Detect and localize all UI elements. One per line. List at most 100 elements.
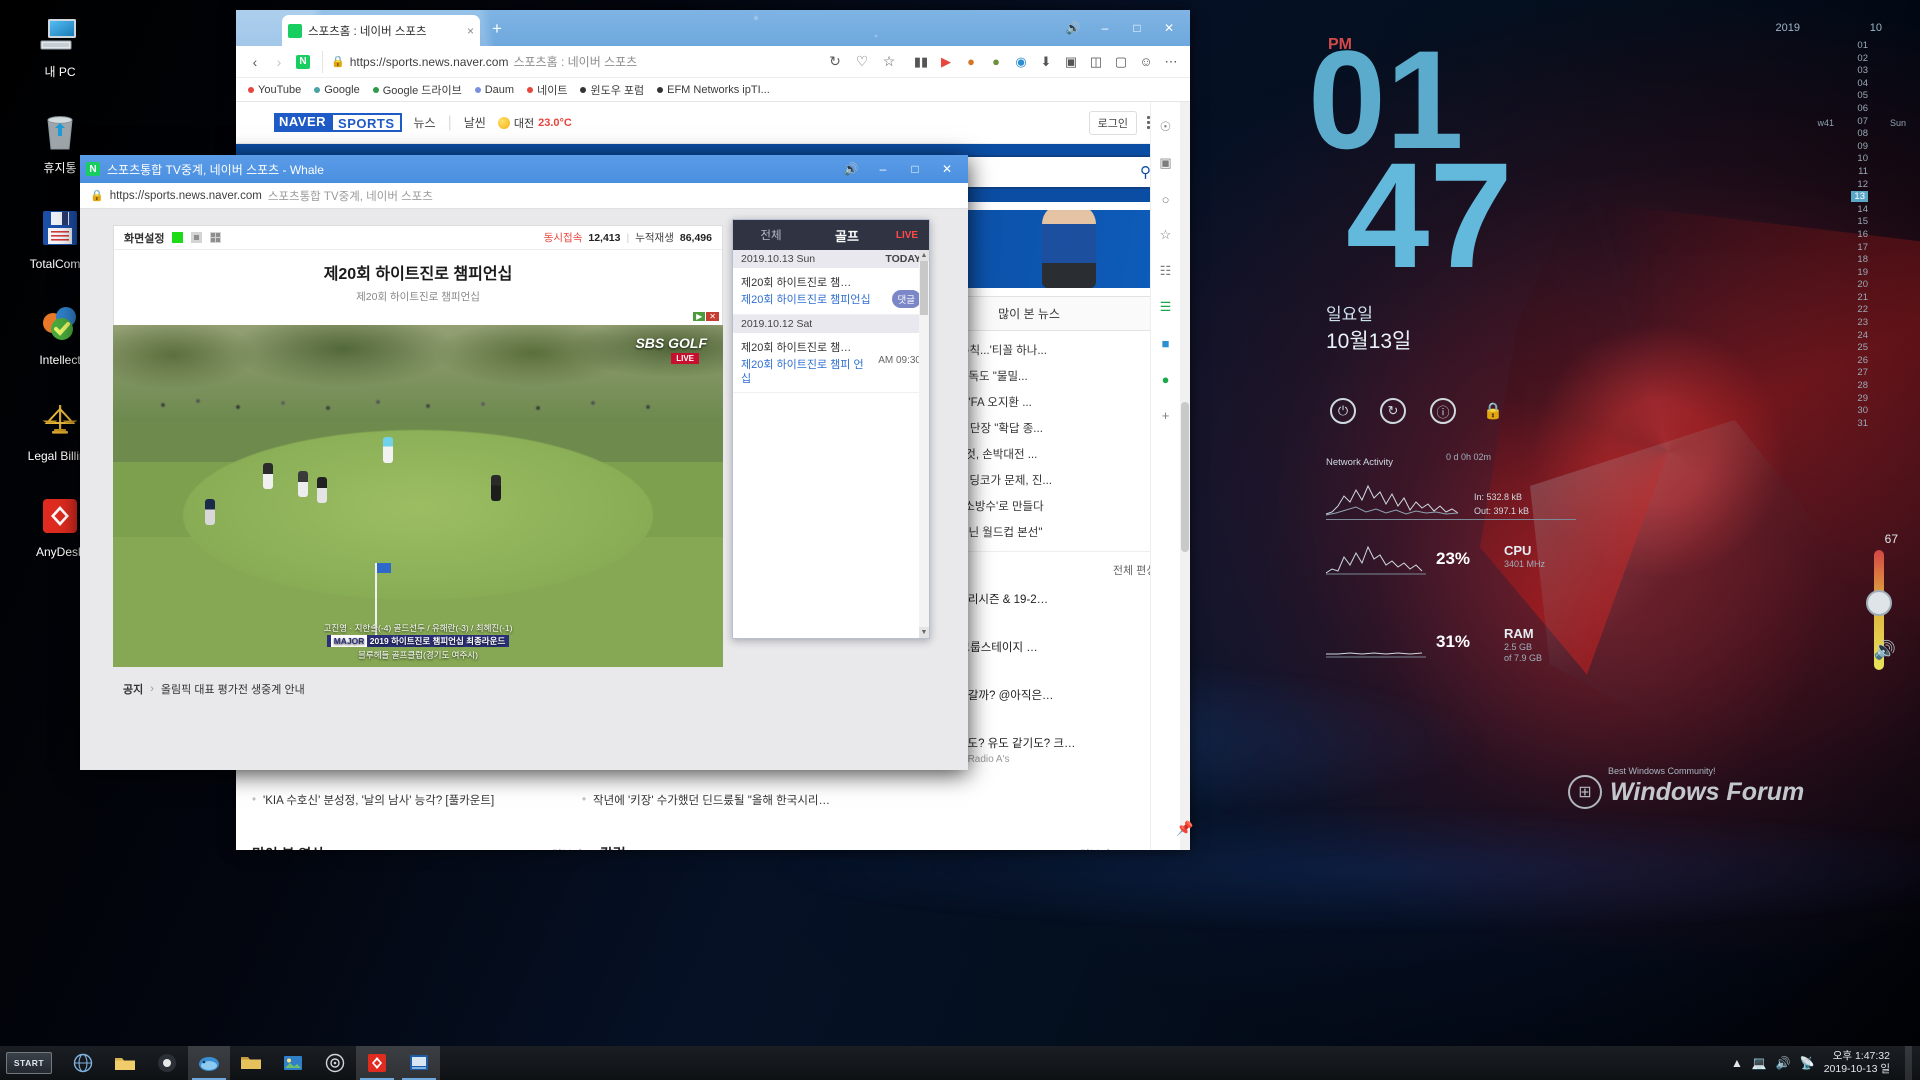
popup-address-bar[interactable]: 🔒 https://sports.news.naver.com 스포츠통합 TV…: [80, 183, 968, 209]
nav-news[interactable]: 뉴스: [414, 114, 436, 131]
taskbar-item-photo[interactable]: [272, 1046, 314, 1080]
taskbar-item-whale[interactable]: [188, 1046, 230, 1080]
page-scrollbar[interactable]: [1180, 102, 1190, 850]
network-icon[interactable]: 📡: [1800, 1056, 1815, 1070]
scrollbar-thumb[interactable]: [1181, 402, 1189, 552]
login-button[interactable]: 로그인: [1088, 110, 1137, 135]
bookmark-item[interactable]: Google 드라이브: [372, 82, 462, 98]
clock-icon[interactable]: ○: [1155, 188, 1177, 210]
doc-icon[interactable]: ☷: [1155, 260, 1177, 282]
space-icon[interactable]: ▢: [1110, 51, 1132, 73]
scrollbar-thumb[interactable]: [920, 261, 928, 315]
temperature-knob[interactable]: [1866, 590, 1892, 616]
notice-row[interactable]: 공지 › 올림픽 대표 평가전 생중계 안내: [113, 681, 723, 697]
extension-icon[interactable]: ●: [960, 51, 982, 73]
mute-icon[interactable]: 🔊: [1058, 16, 1088, 40]
list-icon[interactable]: ☰: [1155, 296, 1177, 318]
wallet-icon[interactable]: ▮▮: [910, 51, 932, 73]
bookmark-item[interactable]: EFM Networks ipTI...: [657, 84, 770, 96]
bookmark-item[interactable]: 윈도우 포럼: [580, 82, 644, 98]
ad-play-icon[interactable]: ▶: [693, 312, 706, 321]
video-icon[interactable]: ▶: [935, 51, 957, 73]
help-icon[interactable]: ☉: [1155, 116, 1177, 138]
ad-close-icon[interactable]: ✕: [706, 312, 719, 321]
browser-tab[interactable]: naver-n-icon 스포츠홈 : 네이버 스포츠 ×: [282, 15, 480, 46]
save-icon[interactable]: ▣: [1155, 152, 1177, 174]
schedule-item[interactable]: 제20회 하이트진로 챔… 제20회 하이트진로 챔피 언십 AM 09:30: [733, 333, 929, 393]
restart-icon[interactable]: ↻: [1380, 398, 1406, 424]
start-button[interactable]: START: [6, 1052, 52, 1074]
more-link[interactable]: 더보기: [1080, 846, 1110, 850]
video-canvas[interactable]: SBS GOLF LIVE 고진영 · 지한솔(-4) 골드선두 / 유해란(-…: [113, 325, 723, 667]
shield-icon[interactable]: ♡: [851, 51, 873, 73]
profile-icon[interactable]: ☺: [1135, 51, 1157, 73]
address-bar[interactable]: 🔒 https://sports.news.naver.com 스포츠홈 : 네…: [322, 50, 908, 73]
close-icon[interactable]: ×: [467, 24, 474, 38]
whale-home-icon[interactable]: N: [292, 51, 314, 73]
pin-icon[interactable]: 📌: [1176, 820, 1193, 837]
scroll-down-icon[interactable]: ▼: [919, 627, 929, 638]
scroll-up-icon[interactable]: ▲: [919, 250, 929, 261]
globe-icon[interactable]: ◉: [1010, 51, 1032, 73]
volume-icon[interactable]: 🔊: [1776, 1056, 1791, 1070]
weather-widget[interactable]: 대전 23.0°C: [497, 115, 572, 131]
app-icon[interactable]: ●: [1155, 368, 1177, 390]
close-button[interactable]: ✕: [932, 156, 962, 182]
taskbar-item-target[interactable]: [314, 1046, 356, 1080]
star-icon[interactable]: ☆: [1155, 224, 1177, 246]
download-icon[interactable]: ⬇: [1035, 51, 1057, 73]
comment-button[interactable]: 댓글: [891, 290, 921, 308]
minimize-button[interactable]: –: [868, 156, 898, 182]
layout-grid-icon[interactable]: [210, 232, 222, 243]
tab-column[interactable]: 칼럼 더보기: [600, 844, 1110, 850]
layout-single-icon[interactable]: [172, 232, 184, 243]
bookmark-item[interactable]: Google: [314, 84, 360, 96]
bookmark-item[interactable]: Daum: [474, 84, 514, 96]
tab-golf[interactable]: 골프: [809, 220, 885, 250]
coffee-icon[interactable]: ●: [985, 51, 1007, 73]
taskbar-item-folder[interactable]: [104, 1046, 146, 1080]
nav-weather[interactable]: 날씬: [464, 114, 486, 131]
menu-icon[interactable]: ⋯: [1160, 51, 1182, 73]
show-desktop-button[interactable]: [1905, 1046, 1912, 1080]
layout-pip-icon[interactable]: [191, 232, 203, 243]
list-item[interactable]: • 작년에 '키장' 수가했던 딘드룼될 "올해 한국시리…: [582, 792, 1110, 808]
refresh-icon[interactable]: ↻: [824, 51, 846, 73]
taskbar-item-globe[interactable]: [62, 1046, 104, 1080]
more-link[interactable]: 더보기: [552, 846, 582, 850]
tab-most-viewed-videos[interactable]: 많이 본 영상 더보기: [252, 844, 582, 850]
maximize-button[interactable]: □: [1122, 16, 1152, 40]
mute-icon[interactable]: 🔊: [836, 156, 866, 182]
power-icon[interactable]: ⏻: [1330, 398, 1356, 424]
monitor-icon[interactable]: 💻: [1752, 1056, 1767, 1070]
taskbar-clock[interactable]: 오후 1:47:32 2019-10-13 일: [1824, 1050, 1890, 1076]
desktop-icon-my-pc[interactable]: 내 PC: [0, 6, 120, 102]
new-tab-button[interactable]: +: [492, 20, 502, 37]
taskbar-item-media[interactable]: [146, 1046, 188, 1080]
popup-player-window[interactable]: N 스포츠통합 TV중계, 네이버 스포츠 - Whale 🔊 – □ ✕ 🔒 …: [80, 155, 968, 770]
popup-title-bar[interactable]: N 스포츠통합 TV중계, 네이버 스포츠 - Whale 🔊 – □ ✕: [80, 155, 968, 183]
add-icon[interactable]: +: [1155, 404, 1177, 426]
chevron-up-icon[interactable]: ▲: [1731, 1056, 1743, 1070]
taskbar-item-explorer[interactable]: [230, 1046, 272, 1080]
back-icon[interactable]: ‹: [244, 51, 266, 73]
capture-icon[interactable]: ▣: [1060, 51, 1082, 73]
maximize-button[interactable]: □: [900, 156, 930, 182]
close-button[interactable]: ✕: [1154, 16, 1184, 40]
taskbar-item-anydesk[interactable]: [356, 1046, 398, 1080]
volume-icon[interactable]: 🔊: [1874, 640, 1896, 661]
minimize-button[interactable]: –: [1090, 16, 1120, 40]
naver-sports-logo[interactable]: NAVER SPORTS: [274, 113, 402, 132]
schedule-scrollbar[interactable]: ▲ ▼: [919, 250, 929, 638]
lock-icon[interactable]: 🔒: [1480, 398, 1506, 424]
bookmark-star-icon[interactable]: ☆: [878, 51, 900, 73]
tab-all[interactable]: 전체: [733, 220, 809, 250]
window-icon[interactable]: ■: [1155, 332, 1177, 354]
taskbar-item-player[interactable]: [398, 1046, 440, 1080]
bookmark-item[interactable]: YouTube: [248, 84, 301, 96]
split-icon[interactable]: ◫: [1085, 51, 1107, 73]
schedule-item[interactable]: 제20회 하이트진로 챔… 제20회 하이트진로 챔피언십 댓글: [733, 268, 929, 315]
info-icon[interactable]: ⓘ: [1430, 398, 1456, 424]
bookmark-item[interactable]: 네이트: [527, 82, 567, 98]
forward-icon[interactable]: ›: [268, 51, 290, 73]
